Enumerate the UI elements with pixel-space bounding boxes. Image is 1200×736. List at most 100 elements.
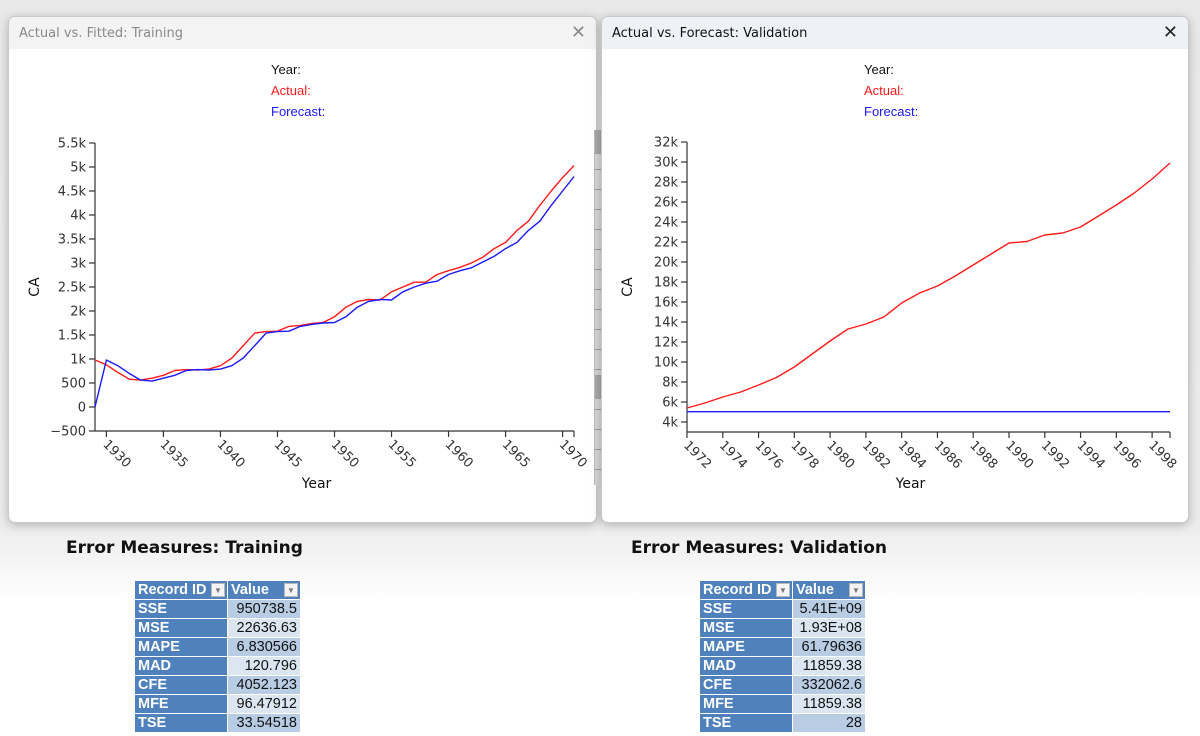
table-row: MAD 11859.38 xyxy=(700,657,865,675)
y-tick-label: 12k xyxy=(654,336,679,351)
series-line-actual xyxy=(686,162,1171,409)
validation-chart-window: Actual vs. Forecast: Validation ✕ Year: … xyxy=(601,16,1189,523)
y-tick-label: 1.5k xyxy=(58,329,87,344)
value-cell[interactable]: 4052.123 xyxy=(228,676,300,694)
table-row: TSE 33.54518 xyxy=(135,714,300,732)
value-cell[interactable]: 33.54518 xyxy=(228,714,300,732)
y-tick-label: 2k xyxy=(70,305,86,320)
value-cell[interactable]: 96.47912 xyxy=(228,695,300,713)
x-axis-title: Year xyxy=(895,476,926,492)
y-tick-label: 5.5k xyxy=(58,137,87,152)
x-tick-label: 1935 xyxy=(157,437,191,471)
error-measures-training-table: Record ID ▼ Value ▼ SSE 950738.5 MSE 22636.6… xyxy=(134,580,301,733)
table-row: TSE 28 xyxy=(700,714,865,732)
y-tick-label: 28k xyxy=(654,176,679,191)
y-tick-label: 4k xyxy=(70,209,86,224)
table-row: MFE 96.47912 xyxy=(135,695,300,713)
y-tick-label: 500 xyxy=(61,377,86,392)
table-row: MAD 120.796 xyxy=(135,657,300,675)
y-tick-label: 20k xyxy=(654,256,679,271)
y-tick-label: 2.5k xyxy=(58,281,87,296)
record-id-cell[interactable]: MSE xyxy=(135,619,227,637)
column-header-value[interactable]: Value ▼ xyxy=(793,581,865,599)
record-id-cell[interactable]: SSE xyxy=(135,600,227,618)
record-id-cell[interactable]: MAPE xyxy=(135,638,227,656)
value-cell[interactable]: 11859.38 xyxy=(793,657,865,675)
x-tick-label: 1970 xyxy=(556,437,590,471)
record-id-cell[interactable]: TSE xyxy=(700,714,792,732)
y-tick-label: 6k xyxy=(662,396,678,411)
x-tick-label: 1996 xyxy=(1110,438,1144,472)
value-cell[interactable]: 61.79636 xyxy=(793,638,865,656)
y-tick-label: 0 xyxy=(78,401,86,416)
series-line-forecast xyxy=(94,176,575,408)
y-tick-label: 10k xyxy=(654,356,679,371)
table-row: SSE 5.41E+09 xyxy=(700,600,865,618)
column-header-value[interactable]: Value ▼ xyxy=(228,581,300,599)
filter-dropdown-icon[interactable]: ▼ xyxy=(211,583,225,597)
value-cell[interactable]: 120.796 xyxy=(228,657,300,675)
x-tick-label: 1965 xyxy=(499,437,533,471)
value-cell[interactable]: 28 xyxy=(793,714,865,732)
record-id-cell[interactable]: CFE xyxy=(135,676,227,694)
x-axis-title: Year xyxy=(301,476,332,492)
table-row: MSE 1.93E+08 xyxy=(700,619,865,637)
x-tick-label: 1980 xyxy=(823,438,857,472)
value-cell[interactable]: 6.830566 xyxy=(228,638,300,656)
filter-dropdown-icon[interactable]: ▼ xyxy=(776,583,790,597)
x-tick-label: 1930 xyxy=(100,437,134,471)
error-measures-training-title: Error Measures: Training xyxy=(66,538,303,558)
y-tick-label: 24k xyxy=(654,216,679,231)
y-axis-title: CA xyxy=(620,277,636,297)
column-header-record-id[interactable]: Record ID ▼ xyxy=(700,581,792,599)
y-tick-label: 22k xyxy=(654,236,679,251)
value-cell[interactable]: 5.41E+09 xyxy=(793,600,865,618)
validation-chart[interactable]: 4k 6k 8k 10k 12k 14k 16k 18k 20k 22k 24k 26k 28k 30k 3… xyxy=(602,17,1188,522)
training-chart[interactable]: −500 0 500 1k 1.5k 2k 2.5k 3k 3.5k 4k 4.5k 5k 5.5k 19… xyxy=(9,17,596,522)
y-tick-label: 4k xyxy=(662,416,678,431)
x-tick-label: 1998 xyxy=(1145,438,1179,472)
record-id-cell[interactable]: TSE xyxy=(135,714,227,732)
record-id-cell[interactable]: MFE xyxy=(135,695,227,713)
filter-dropdown-icon[interactable]: ▼ xyxy=(284,583,298,597)
x-tick-label: 1950 xyxy=(328,437,362,471)
y-tick-label: 16k xyxy=(654,296,679,311)
x-tick-label: 1976 xyxy=(752,438,786,472)
record-id-cell[interactable]: MFE xyxy=(700,695,792,713)
value-cell[interactable]: 1.93E+08 xyxy=(793,619,865,637)
table-row: CFE 332062.6 xyxy=(700,676,865,694)
x-tick-label: 1994 xyxy=(1074,438,1108,472)
record-id-cell[interactable]: MAD xyxy=(700,657,792,675)
value-cell[interactable]: 332062.6 xyxy=(793,676,865,694)
error-measures-validation-title: Error Measures: Validation xyxy=(631,538,887,558)
record-id-cell[interactable]: CFE xyxy=(700,676,792,694)
y-tick-label: 3.5k xyxy=(58,233,87,248)
column-header-record-id[interactable]: Record ID ▼ xyxy=(135,581,227,599)
x-tick-label: 1982 xyxy=(859,438,893,472)
y-tick-label: 5k xyxy=(70,161,86,176)
record-id-cell[interactable]: SSE xyxy=(700,600,792,618)
x-tick-label: 1974 xyxy=(716,438,750,472)
y-tick-label: 14k xyxy=(654,316,679,331)
y-tick-label: 32k xyxy=(654,136,679,151)
series-line-actual xyxy=(94,165,575,381)
y-tick-label: 26k xyxy=(654,196,679,211)
x-tick-label: 1990 xyxy=(1002,438,1036,472)
record-id-cell[interactable]: MAD xyxy=(135,657,227,675)
record-id-cell[interactable]: MAPE xyxy=(700,638,792,656)
filter-dropdown-icon[interactable]: ▼ xyxy=(849,583,863,597)
value-cell[interactable]: 950738.5 xyxy=(228,600,300,618)
y-tick-label: 4.5k xyxy=(58,185,87,200)
x-tick-label: 1988 xyxy=(966,438,1000,472)
table-row: MAPE 61.79636 xyxy=(700,638,865,656)
table-row: MAPE 6.830566 xyxy=(135,638,300,656)
y-tick-label: 18k xyxy=(654,276,679,291)
record-id-cell[interactable]: MSE xyxy=(700,619,792,637)
y-tick-label: 3k xyxy=(70,257,86,272)
value-cell[interactable]: 22636.63 xyxy=(228,619,300,637)
value-cell[interactable]: 11859.38 xyxy=(793,695,865,713)
x-tick-label: 1960 xyxy=(442,437,476,471)
x-tick-label: 1945 xyxy=(271,437,305,471)
x-tick-label: 1940 xyxy=(214,437,248,471)
y-axis-title: CA xyxy=(27,277,43,297)
